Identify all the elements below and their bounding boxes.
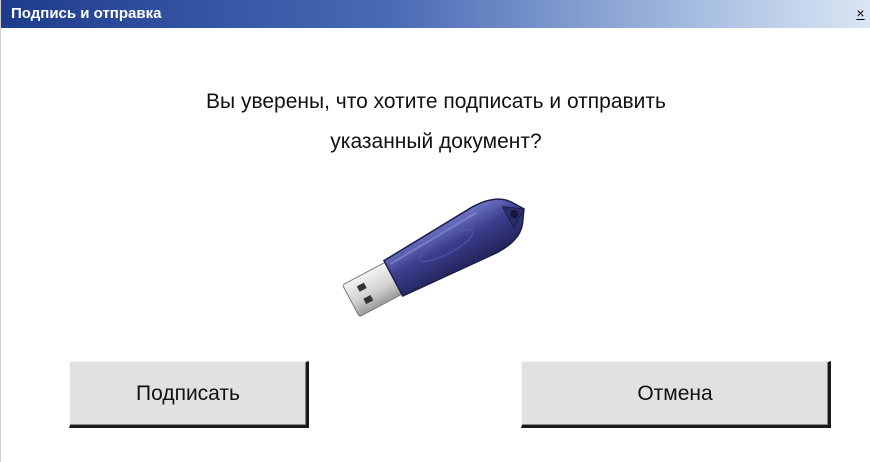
- confirmation-message: Вы уверены, что хотите подписать и отпра…: [61, 82, 811, 162]
- usb-token-icon: [342, 198, 525, 317]
- close-icon[interactable]: ×: [853, 6, 868, 21]
- message-line-2: указанный документ?: [330, 130, 542, 153]
- sign-button[interactable]: Подписать: [69, 361, 309, 428]
- message-line-1: Вы уверены, что хотите подписать и отпра…: [206, 90, 666, 113]
- window-title: Подпись и отправка: [11, 5, 162, 22]
- title-bar[interactable]: Подпись и отправка ×: [1, 0, 870, 28]
- cancel-button[interactable]: Отмена: [521, 361, 831, 428]
- sign-dialog: Подпись и отправка × Вы уверены, что хот…: [0, 0, 870, 462]
